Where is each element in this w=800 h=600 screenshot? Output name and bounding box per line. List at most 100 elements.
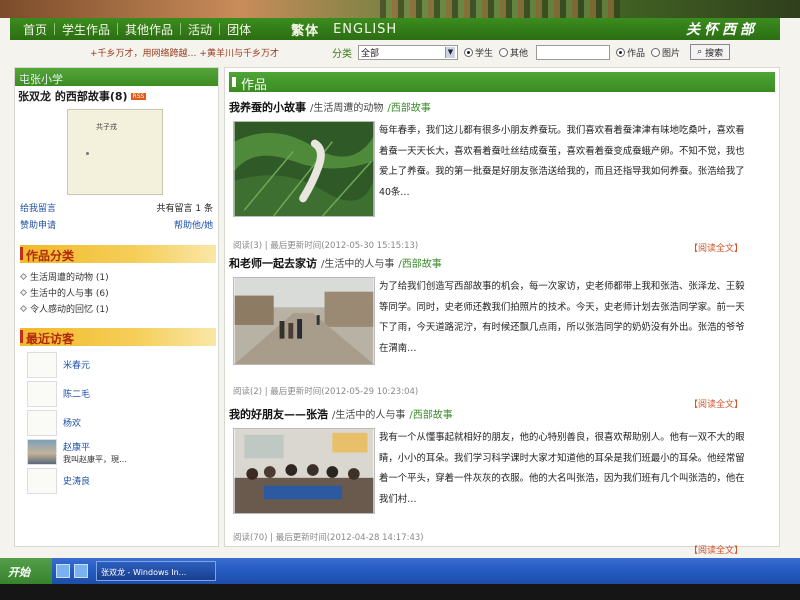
category-select-value: 全部 [361,48,380,59]
nav-home[interactable]: 首页 [16,21,54,38]
read-more-link[interactable]: 【阅读全文】 [689,543,743,556]
map-label: 共子戎 [96,123,117,131]
sponsor-link[interactable]: 赞助申请 [20,218,56,231]
school-name[interactable]: 屯张小学 [15,68,218,86]
visitor-avatar [27,352,57,378]
visitor-item[interactable]: 赵康平我叫赵康平，現… [27,439,218,468]
nav-groups[interactable]: 团体 [220,21,258,38]
nav-other-works[interactable]: 其他作品 [118,21,180,38]
category-item[interactable]: 令人感动的回忆 (1) [19,300,218,316]
radio-dot-icon [616,47,626,57]
radio-student-label: 学生 [475,48,494,59]
article-series[interactable]: /西部故事 [398,255,441,270]
visitor-item[interactable]: 杨欢 [27,410,218,439]
article-meta: 阅读(70) | 最后更新时间(2012-04-28 14:17:43) [233,533,424,543]
article-excerpt: 我有一个从懂事起就相好的朋友，他的心特别善良，很喜欢帮助别人。他有一双不大的眼睛… [379,432,745,505]
category-item-label: 令人感动的回忆 (1) [30,304,109,315]
banner-photo-strip [380,0,620,18]
radio-works-label: 作品 [627,48,646,59]
article-meta: 阅读(3) | 最后更新时间(2012-05-30 15:15:13) [233,241,419,251]
article-title-row: 和老师一起去家访/生活中的人与事/西部故事 [229,255,777,271]
article-title[interactable]: 和老师一起去家访 [229,255,317,271]
quicklaunch-icon[interactable] [74,564,88,578]
search-button[interactable]: ⌕ 搜索 [690,44,731,60]
categories-heading: 作品分类 [20,245,216,263]
article-category[interactable]: /生活周遭的动物 [310,99,383,114]
visitor-avatar [27,468,57,494]
monitor-bezel [0,584,800,600]
visitor-item[interactable]: 米春元 [27,352,218,381]
author-name[interactable]: 张双龙 的西部故事(8) [18,88,128,104]
article-category[interactable]: /生活中的人与事 [321,255,394,270]
category-select[interactable]: 全部 ▼ [358,44,458,60]
windows-taskbar: 开始 张双龙 - Windows In... [0,558,800,584]
nav-student-works[interactable]: 学生作品 [55,21,117,38]
search-input[interactable] [536,44,611,60]
article-series[interactable]: /西部故事 [409,406,452,421]
visitor-name[interactable]: 陈二毛 [63,387,90,400]
article-title-row: 我的好朋友——张浩/生活中的人与事/西部故事 [229,406,777,422]
quicklaunch-icon[interactable] [56,564,70,578]
article-item: 我的好朋友——张浩/生活中的人与事/西部故事 我有一个从懂事起就相好的朋友，他的… [229,406,777,556]
category-label: 分类 [332,48,352,60]
article-excerpt: 每年春季，我们这儿都有很多小朋友养蚕玩。我们喜欢看着蚕津津有味地吃桑叶，喜欢看着… [379,125,745,198]
header-banner [0,0,800,18]
start-button[interactable]: 开始 [0,558,52,584]
visitor-name[interactable]: 史涛良 [63,474,90,487]
nav-english[interactable]: ENGLISH [326,22,404,37]
silkworm-photo[interactable] [233,121,375,217]
article-category[interactable]: /生活中的人与事 [332,406,405,421]
radio-works[interactable]: 作品 [616,46,645,59]
radio-student[interactable]: 学生 [464,46,493,59]
radio-other[interactable]: 其他 [499,46,528,59]
visitor-note: 我叫赵康平，現… [63,455,127,464]
article-body: 为了给我们创造写西部故事的机会，每一次家访，史老师都带上我和张浩、张泽龙、王毅等… [229,277,777,365]
visitor-name[interactable]: 米春元 [63,358,90,371]
search-button-label: 搜索 [705,48,724,59]
rss-badge-icon[interactable]: RSS [130,92,147,100]
category-item-label: 生活中的人与事 (6) [30,288,109,299]
message-row: 给我留言 共有留言 1 条 [15,195,218,214]
classroom-photo[interactable] [233,428,375,514]
article-title[interactable]: 我养蚕的小故事 [229,99,306,115]
visitor-avatar [27,381,57,407]
category-item-label: 生活周遭的动物 (1) [30,272,109,283]
leave-message-link[interactable]: 给我留言 [20,201,56,214]
browser-screen: 首页 学生作品 其他作品 活动 团体 繁体 ENGLISH 关怀西部 +千乡万才… [0,0,800,600]
category-item[interactable]: 生活中的人与事 (6) [19,284,218,300]
map-marker-icon [86,152,89,155]
radio-dot-icon [651,47,661,57]
read-more-link[interactable]: 【阅读全文】 [689,241,743,254]
help-link[interactable]: 帮助他/她 [174,218,213,231]
nav-activities[interactable]: 活动 [181,21,219,38]
article-item: 我养蚕的小故事/生活周遭的动物/西部故事 每年春季，我们这儿都有很多小朋友养蚕玩… [229,99,777,254]
article-title[interactable]: 我的好朋友——张浩 [229,406,328,422]
article-series[interactable]: /西部故事 [387,99,430,114]
category-item[interactable]: 生活周遭的动物 (1) [19,268,218,284]
radio-images[interactable]: 图片 [651,46,680,59]
article-body: 每年春季，我们这儿都有很多小朋友养蚕玩。我们喜欢看着蚕津津有味地吃桑叶，喜欢看着… [229,121,777,217]
taskbar-window-button[interactable]: 张双龙 - Windows In... [96,561,216,581]
visitor-name[interactable]: 赵康平 [63,440,127,453]
main-nav: 首页 学生作品 其他作品 活动 团体 繁体 ENGLISH 关怀西部 [10,18,780,40]
bullet-icon [19,304,28,312]
author-title: 张双龙 的西部故事(8) RSS [15,86,218,106]
search-icon: ⌕ [697,47,703,57]
author-map-image: 共子戎 [67,109,163,195]
works-heading: 作品 [229,72,775,93]
dropdown-arrow-icon: ▼ [445,46,455,58]
article-body: 我有一个从懂事起就相好的朋友，他的心特别善良，很喜欢帮助别人。他有一双不大的眼睛… [229,428,777,514]
visitor-item[interactable]: 陈二毛 [27,381,218,410]
bullet-icon [19,272,28,280]
visitor-item[interactable]: 史涛良 [27,468,218,497]
search-bar: +千乡万才，用网络跨越… +黄羊川与千乡万才 分类 全部 ▼ 学生 其他 作品 图… [10,40,780,64]
message-count: 共有留言 1 条 [156,204,213,214]
sidebar: 屯张小学 张双龙 的西部故事(8) RSS 共子戎 给我留言 共有留言 1 条 赞助… [14,67,219,547]
article-title-row: 我养蚕的小故事/生活周遭的动物/西部故事 [229,99,777,115]
visitor-list: 米春元 陈二毛 杨欢 赵康平我叫赵康平，現… 史涛良 [15,352,218,497]
visitor-name[interactable]: 杨欢 [63,416,81,429]
scrolling-news[interactable]: +千乡万才，用网络跨越… +黄羊川与千乡万才 [10,46,330,59]
article-excerpt: 为了给我们创造写西部故事的机会，每一次家访，史老师都带上我和张浩、张泽龙、王毅等… [379,281,745,354]
home-visit-photo[interactable] [233,277,375,365]
nav-traditional-chinese[interactable]: 繁体 [284,20,326,39]
